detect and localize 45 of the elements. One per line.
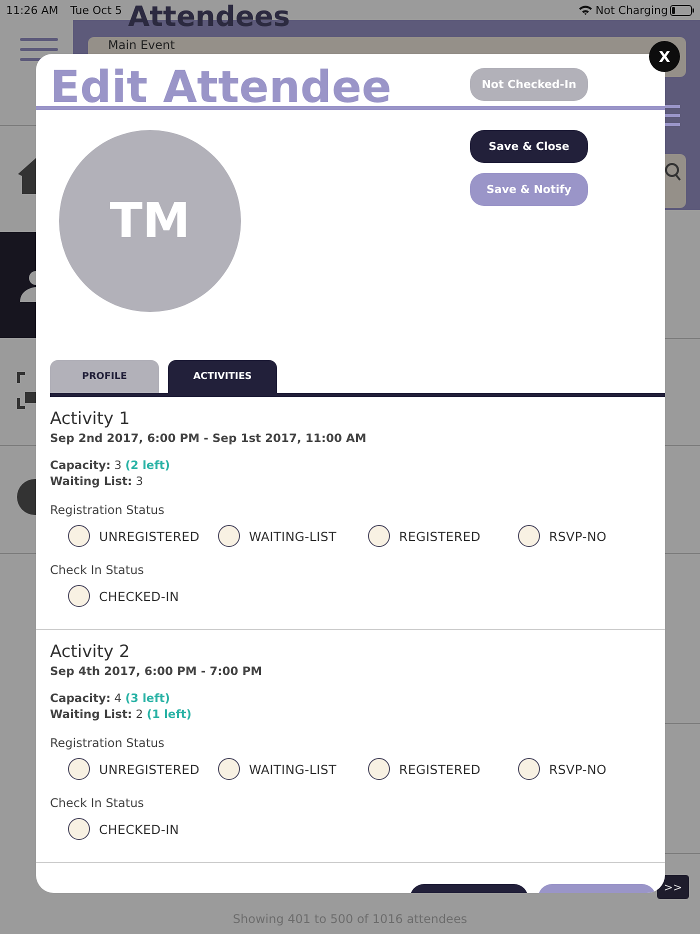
person-icon — [20, 270, 36, 302]
option-label: CHECKED-IN — [99, 822, 180, 837]
dialog-title: Edit Attendee — [50, 66, 392, 110]
avatar: TM — [59, 130, 241, 312]
radio-button[interactable] — [68, 818, 90, 840]
radio-button[interactable] — [368, 525, 390, 548]
section-label: Registration Status — [50, 503, 166, 518]
waiting-list-text: Waiting List: 3 — [50, 473, 144, 490]
radio-button[interactable] — [218, 758, 240, 780]
radio-button[interactable] — [68, 758, 90, 780]
option-label: UNREGISTERED — [99, 528, 200, 544]
option-label: WAITING-LIST — [249, 762, 336, 777]
radio-button[interactable] — [518, 525, 540, 548]
tab[interactable]: PROFILE — [50, 360, 159, 394]
radio-button[interactable] — [218, 525, 240, 548]
battery-status: Not Charging — [596, 4, 668, 16]
save-close-button[interactable]: Save & Close — [470, 130, 588, 163]
tab[interactable]: ACTIVITIES — [168, 360, 277, 394]
option-label: RSVP-NO — [549, 762, 607, 777]
radio-button[interactable] — [368, 758, 390, 780]
activity-title: Activity 1 — [50, 409, 131, 430]
option-label: WAITING-LIST — [249, 528, 336, 544]
status-date: Tue Oct 5 — [70, 4, 122, 16]
activity-dates: Sep 2nd 2017, 6:00 PM - Sep 1st 2017, 11:00 AM — [50, 431, 368, 446]
section-label: Check In Status — [50, 796, 145, 810]
radio-button[interactable] — [68, 525, 90, 548]
activity-dates: Sep 4th 2017, 6:00 PM - 7:00 PM — [50, 664, 264, 678]
option-label: REGISTERED — [399, 528, 481, 544]
option-label: REGISTERED — [399, 762, 481, 777]
option-label: UNREGISTERED — [99, 762, 200, 777]
capacity-text: Capacity: 4 (3 left) — [50, 690, 171, 706]
wifi-icon — [578, 5, 592, 15]
scan-icon[interactable] — [17, 372, 36, 409]
status-time: 11:26 AM — [6, 4, 58, 16]
waiting-list-text: Waiting List: 2 (1 left) — [50, 706, 192, 722]
radio-button[interactable] — [518, 758, 540, 780]
section-label: Registration Status — [50, 736, 166, 750]
activity-title: Activity 2 — [50, 642, 131, 662]
search-icon — [665, 162, 681, 182]
battery-icon — [670, 4, 694, 16]
radio-button[interactable] — [68, 585, 90, 608]
section-label: Check In Status — [50, 563, 145, 578]
option-label: RSVP-NO — [549, 528, 607, 544]
capacity-text: Capacity: 3 (2 left) — [50, 457, 171, 474]
option-label: CHECKED-IN — [99, 588, 180, 604]
